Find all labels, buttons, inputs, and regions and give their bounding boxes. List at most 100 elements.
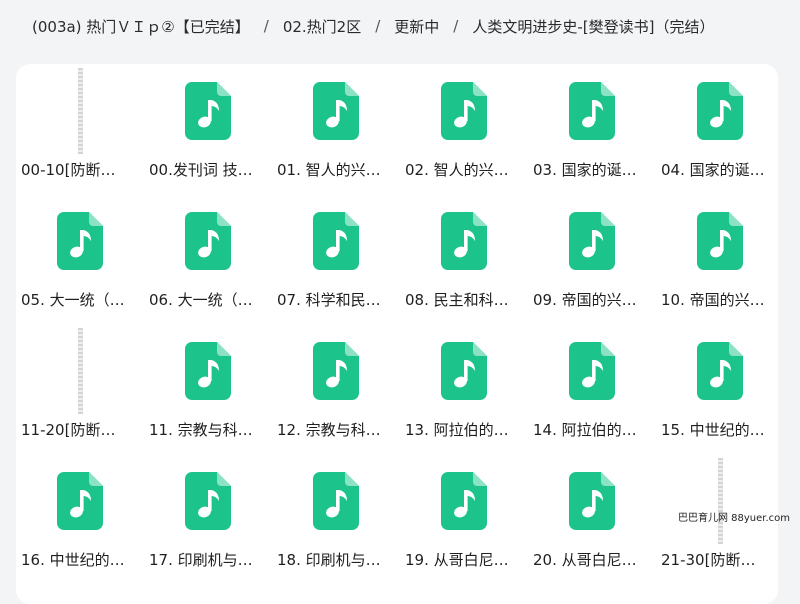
folder-thumbnail-icon [77,328,83,414]
audio-file-item[interactable]: 02. 智人的兴… [400,64,528,194]
audio-file-item[interactable]: 19. 从哥白尼… [400,454,528,584]
item-name: 00-10[防断… [21,161,116,179]
music-file-icon [569,342,615,400]
item-icon [144,82,272,142]
folder-item[interactable]: 11-20[防断… [16,324,144,454]
music-file-icon [697,82,743,140]
item-icon [656,82,784,142]
music-file-icon [441,472,487,530]
music-file-icon [569,472,615,530]
item-icon [16,68,144,154]
item-name: 16. 中世纪的… [21,551,125,569]
audio-file-item[interactable]: 15. 中世纪的… [656,324,784,454]
item-icon [272,342,400,402]
audio-file-item[interactable]: 04. 国家的诞… [656,64,784,194]
audio-file-item[interactable]: 17. 印刷机与… [144,454,272,584]
item-icon [272,472,400,532]
audio-file-item[interactable]: 13. 阿拉伯的… [400,324,528,454]
item-icon [272,82,400,142]
item-name: 11-20[防断… [21,421,116,439]
item-name: 04. 国家的诞… [661,161,765,179]
music-file-icon [313,472,359,530]
audio-file-item[interactable]: 10. 帝国的兴… [656,194,784,324]
item-name: 03. 国家的诞… [533,161,637,179]
item-icon [400,342,528,402]
item-icon [16,328,144,414]
item-name: 18. 印刷机与… [277,551,381,569]
music-file-icon [313,212,359,270]
item-name: 15. 中世纪的… [661,421,765,439]
music-file-icon [185,82,231,140]
music-file-icon [57,472,103,530]
breadcrumb-item[interactable]: 02.热门2区 [283,16,361,37]
audio-file-item[interactable]: 07. 科学和民… [272,194,400,324]
breadcrumb-separator: / [263,17,269,35]
item-icon [528,212,656,272]
audio-file-item[interactable]: 18. 印刷机与… [272,454,400,584]
music-file-icon [313,82,359,140]
item-icon [656,212,784,272]
music-file-icon [569,212,615,270]
item-name: 14. 阿拉伯的… [533,421,637,439]
breadcrumb-item: 人类文明进步史-[樊登读书]（完结） [472,17,715,36]
folder-thumbnail-icon [77,68,83,154]
music-file-icon [697,212,743,270]
audio-file-item[interactable]: 08. 民主和科… [400,194,528,324]
audio-file-item[interactable]: 06. 大一统（… [144,194,272,324]
item-name: 21-30[防断… [661,551,756,569]
item-icon [144,472,272,532]
audio-file-item[interactable]: 14. 阿拉伯的… [528,324,656,454]
file-grid: 00-10[防断… 00.发刊词 技… 01. 智人的兴… 02. 智人的兴… … [16,64,778,584]
item-name: 08. 民主和科… [405,291,509,309]
item-name: 17. 印刷机与… [149,551,253,569]
breadcrumb: (003a) 热门ＶＩｐ②【已完结】 / 02.热门2区 / 更新中 / 人类文明进步史-[… [0,0,800,52]
item-icon [528,82,656,142]
item-name: 09. 帝国的兴… [533,291,637,309]
item-name: 19. 从哥白尼… [405,551,509,569]
item-name: 06. 大一统（… [149,291,253,309]
folder-thumbnail-icon [717,458,723,544]
music-file-icon [441,342,487,400]
breadcrumb-separator: / [375,17,381,35]
music-file-icon [441,212,487,270]
item-icon [400,82,528,142]
music-file-icon [185,342,231,400]
folder-item[interactable]: 00-10[防断… [16,64,144,194]
audio-file-item[interactable]: 03. 国家的诞… [528,64,656,194]
music-file-icon [185,212,231,270]
item-icon [16,212,144,272]
item-icon [528,342,656,402]
audio-file-item[interactable]: 01. 智人的兴… [272,64,400,194]
item-icon [144,342,272,402]
breadcrumb-item[interactable]: 更新中 [394,16,439,37]
music-file-icon [697,342,743,400]
item-name: 00.发刊词 技… [149,161,253,179]
audio-file-item[interactable]: 05. 大一统（… [16,194,144,324]
audio-file-item[interactable]: 20. 从哥白尼… [528,454,656,584]
audio-file-item[interactable]: 00.发刊词 技… [144,64,272,194]
music-file-icon [569,82,615,140]
item-icon [144,212,272,272]
music-file-icon [441,82,487,140]
music-file-icon [57,212,103,270]
audio-file-item[interactable]: 12. 宗教与科… [272,324,400,454]
breadcrumb-separator: / [453,17,459,35]
item-name: 05. 大一统（… [21,291,125,309]
breadcrumb-item[interactable]: (003a) 热门ＶＩｐ②【已完结】 [32,16,250,37]
item-name: 11. 宗教与科… [149,421,253,439]
item-icon [656,342,784,402]
item-name: 13. 阿拉伯的… [405,421,509,439]
audio-file-item[interactable]: 16. 中世纪的… [16,454,144,584]
music-file-icon [185,472,231,530]
item-name: 12. 宗教与科… [277,421,381,439]
item-name: 02. 智人的兴… [405,161,509,179]
audio-file-item[interactable]: 09. 帝国的兴… [528,194,656,324]
watermark: 巴巴育儿网 88yuer.com [677,513,790,524]
item-name: 10. 帝国的兴… [661,291,765,309]
music-file-icon [313,342,359,400]
audio-file-item[interactable]: 11. 宗教与科… [144,324,272,454]
item-icon [272,212,400,272]
item-name: 07. 科学和民… [277,291,381,309]
item-name: 01. 智人的兴… [277,161,381,179]
item-icon [16,472,144,532]
